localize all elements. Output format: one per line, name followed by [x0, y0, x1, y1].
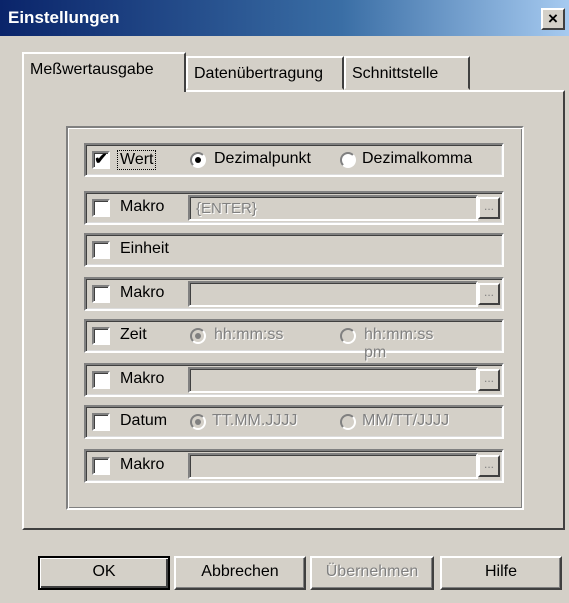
einheit-label: Einheit — [120, 240, 169, 257]
zeit-format-24h-label: hh:mm:ss — [214, 326, 284, 343]
close-button[interactable]: × — [541, 8, 565, 30]
makro-4-input[interactable] — [188, 453, 478, 479]
radio-dot-icon — [195, 419, 201, 425]
checkmark-icon: ✔ — [94, 151, 108, 168]
datum-format-de-label: TT.MM.JJJJ — [212, 412, 298, 429]
radio-dot-icon — [195, 333, 201, 339]
datum-label: Datum — [120, 412, 168, 429]
makro-3-browse-button[interactable]: ... — [478, 369, 500, 391]
ellipsis-icon: ... — [483, 285, 494, 299]
makro-2-label: Makro — [120, 284, 165, 301]
makro-2-browse-button[interactable]: ... — [478, 283, 500, 305]
makro-3-label: Makro — [120, 370, 165, 387]
window-title: Einstellungen — [8, 8, 120, 27]
dezimalkomma-label: Dezimalkomma — [362, 150, 473, 167]
radio-dot-icon — [195, 157, 201, 163]
makro-4-label: Makro — [120, 456, 165, 473]
makro-3-input[interactable] — [188, 367, 478, 393]
ok-button[interactable]: OK — [38, 556, 170, 590]
makro-4-browse-button[interactable]: ... — [478, 455, 500, 477]
ellipsis-icon: ... — [483, 199, 494, 213]
dezimalpunkt-label: Dezimalpunkt — [214, 150, 311, 167]
datum-format-us-radio[interactable] — [340, 414, 356, 430]
tab-messwertausgabe[interactable]: Meßwertausgabe — [22, 52, 186, 92]
tab-label: Schnittstelle — [352, 65, 439, 82]
datum-format-de-radio[interactable] — [190, 414, 206, 430]
einheit-checkbox[interactable] — [92, 241, 110, 259]
zeit-format-24h-radio[interactable] — [190, 328, 206, 344]
tab-label: Datenübertragung — [194, 65, 323, 82]
cancel-button[interactable]: Abbrechen — [174, 556, 306, 590]
apply-button[interactable]: Übernehmen — [310, 556, 434, 590]
makro-2-input[interactable] — [188, 281, 478, 307]
makro-4-checkbox[interactable] — [92, 457, 110, 475]
row-zeit — [84, 319, 504, 353]
makro-1-checkbox[interactable] — [92, 199, 110, 217]
zeit-format-12h-radio[interactable] — [340, 328, 356, 344]
datum-checkbox[interactable] — [92, 413, 110, 431]
makro-1-input[interactable]: {ENTER} — [188, 195, 478, 221]
zeit-format-12h-label: hh:mm:ss pm — [364, 326, 434, 361]
ellipsis-icon: ... — [483, 371, 494, 385]
dezimalpunkt-radio[interactable] — [190, 152, 206, 168]
close-icon: × — [548, 9, 558, 28]
wert-checkbox[interactable]: ✔ — [92, 151, 110, 169]
tab-label: Meßwertausgabe — [30, 61, 154, 78]
dezimalkomma-radio[interactable] — [340, 152, 356, 168]
zeit-label: Zeit — [120, 326, 147, 343]
makro-1-label: Makro — [120, 198, 165, 215]
makro-1-browse-button[interactable]: ... — [478, 197, 500, 219]
tab-schnittstelle[interactable]: Schnittstelle — [344, 56, 470, 90]
zeit-checkbox[interactable] — [92, 327, 110, 345]
help-button[interactable]: Hilfe — [440, 556, 562, 590]
datum-format-us-label: MM/TT/JJJJ — [362, 412, 450, 429]
ellipsis-icon: ... — [483, 457, 494, 471]
tab-datenuebertragung[interactable]: Datenübertragung — [186, 56, 344, 90]
wert-label: Wert — [117, 150, 157, 170]
makro-2-checkbox[interactable] — [92, 285, 110, 303]
makro-3-checkbox[interactable] — [92, 371, 110, 389]
